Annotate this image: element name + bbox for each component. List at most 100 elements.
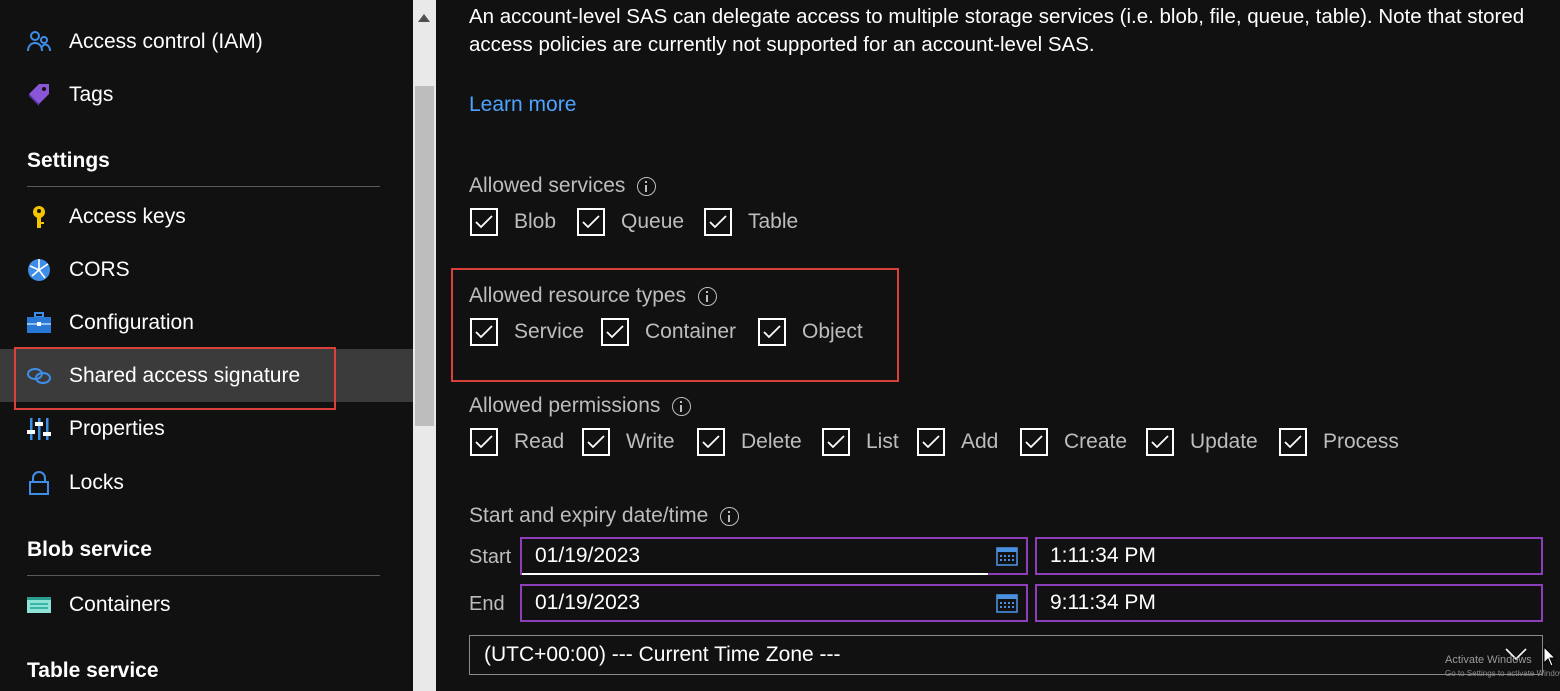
end-date-value: 01/19/2023 bbox=[535, 591, 641, 614]
checkbox-object[interactable]: Object bbox=[758, 318, 863, 346]
checkbox-label: Object bbox=[802, 320, 863, 343]
checkmark-icon[interactable] bbox=[704, 208, 732, 236]
checkbox-label: Update bbox=[1190, 430, 1258, 453]
highlight-annotation bbox=[14, 347, 336, 410]
group-label-text: Allowed services bbox=[469, 174, 626, 197]
allowed-permissions-label: Allowed permissions bbox=[469, 394, 692, 418]
start-label: Start bbox=[469, 546, 512, 568]
checkmark-icon[interactable] bbox=[601, 318, 629, 346]
sidebar-item-access-keys[interactable]: Access keys bbox=[0, 190, 413, 243]
sidebar-item-properties[interactable]: Properties bbox=[0, 402, 413, 455]
sidebar-item-label: Locks bbox=[69, 470, 124, 494]
sidebar-item-label: Properties bbox=[69, 416, 165, 440]
checkbox-label: Container bbox=[645, 320, 737, 343]
checkbox-label: Add bbox=[961, 430, 999, 453]
sidebar-nav: Access control (IAM) Tags Settings Acces… bbox=[0, 0, 413, 691]
tag-icon bbox=[26, 82, 52, 108]
sidebar-item-tags[interactable]: Tags bbox=[0, 68, 413, 121]
timezone-dropdown[interactable]: (UTC+00:00) --- Current Time Zone --- bbox=[469, 635, 1543, 675]
section-heading-blob-service: Blob service bbox=[27, 538, 152, 561]
people-icon bbox=[26, 29, 52, 55]
checkbox-label: Queue bbox=[621, 210, 685, 233]
checkbox-queue[interactable]: Queue bbox=[577, 208, 684, 236]
checkmark-icon[interactable] bbox=[582, 428, 610, 456]
start-time-value: 1:11:34 PM bbox=[1050, 544, 1156, 567]
checkmark-icon[interactable] bbox=[917, 428, 945, 456]
checkmark-icon[interactable] bbox=[577, 208, 605, 236]
timezone-value: (UTC+00:00) --- Current Time Zone --- bbox=[484, 643, 841, 666]
sidebar-item-containers[interactable]: Containers bbox=[0, 578, 413, 631]
checkbox-read[interactable]: Read bbox=[470, 428, 564, 456]
sidebar-item-label: Tags bbox=[69, 82, 114, 106]
group-label-text: Allowed resource types bbox=[469, 284, 687, 307]
allowed-resource-types-label: Allowed resource types bbox=[469, 284, 718, 308]
checkbox-label: Delete bbox=[741, 430, 802, 453]
checkbox-label: Create bbox=[1064, 430, 1128, 453]
sidebar-scrollbar[interactable] bbox=[413, 0, 436, 691]
info-icon[interactable] bbox=[720, 506, 740, 526]
checkmark-icon[interactable] bbox=[697, 428, 725, 456]
section-heading-table-service: Table service bbox=[27, 659, 159, 682]
info-icon[interactable] bbox=[672, 396, 692, 416]
checkbox-update[interactable]: Update bbox=[1146, 428, 1258, 456]
checkmark-icon[interactable] bbox=[470, 428, 498, 456]
sidebar-item-configuration[interactable]: Configuration bbox=[0, 296, 413, 349]
sidebar-item-access-control[interactable]: Access control (IAM) bbox=[0, 15, 413, 68]
checkbox-delete[interactable]: Delete bbox=[697, 428, 802, 456]
sas-form: An account-level SAS can delegate access… bbox=[436, 0, 1560, 691]
sidebar-item-label: Containers bbox=[69, 592, 171, 616]
checkbox-list[interactable]: List bbox=[822, 428, 899, 456]
checkmark-icon[interactable] bbox=[1279, 428, 1307, 456]
sidebar-item-label: Access keys bbox=[69, 204, 186, 228]
checkmark-icon[interactable] bbox=[758, 318, 786, 346]
toolbox-icon bbox=[26, 310, 52, 336]
group-label-text: Allowed permissions bbox=[469, 394, 661, 417]
scroll-up-arrow-icon[interactable] bbox=[418, 14, 430, 22]
checkbox-label: Write bbox=[626, 430, 675, 453]
checkbox-label: Process bbox=[1323, 430, 1399, 453]
end-time-value: 9:11:34 PM bbox=[1050, 591, 1156, 614]
start-date-input[interactable]: 01/19/2023 bbox=[520, 537, 1028, 575]
checkbox-label: Service bbox=[514, 320, 585, 343]
checkmark-icon[interactable] bbox=[470, 208, 498, 236]
divider bbox=[27, 575, 380, 576]
checkmark-icon[interactable] bbox=[1146, 428, 1174, 456]
info-icon[interactable] bbox=[698, 286, 718, 306]
sliders-icon bbox=[26, 416, 52, 442]
checkbox-add[interactable]: Add bbox=[917, 428, 998, 456]
start-date-value: 01/19/2023 bbox=[535, 544, 641, 567]
learn-more-link[interactable]: Learn more bbox=[469, 93, 576, 117]
checkbox-create[interactable]: Create bbox=[1020, 428, 1127, 456]
sidebar-item-label: Configuration bbox=[69, 310, 194, 334]
end-date-input[interactable]: 01/19/2023 bbox=[520, 584, 1028, 622]
lock-icon bbox=[26, 470, 52, 496]
calendar-icon[interactable] bbox=[996, 546, 1018, 571]
sidebar-item-label: CORS bbox=[69, 257, 130, 281]
group-label-text: Start and expiry date/time bbox=[469, 504, 709, 527]
checkbox-label: Blob bbox=[514, 210, 557, 233]
checkmark-icon[interactable] bbox=[470, 318, 498, 346]
container-icon bbox=[26, 592, 52, 618]
checkmark-icon[interactable] bbox=[822, 428, 850, 456]
info-icon[interactable] bbox=[637, 176, 657, 196]
key-icon bbox=[26, 204, 52, 230]
checkbox-write[interactable]: Write bbox=[582, 428, 675, 456]
checkbox-process[interactable]: Process bbox=[1279, 428, 1399, 456]
sidebar-item-cors[interactable]: CORS bbox=[0, 243, 413, 296]
scrollbar-thumb[interactable] bbox=[415, 86, 434, 426]
mouse-cursor-icon bbox=[1543, 645, 1557, 673]
start-time-input[interactable]: 1:11:34 PM bbox=[1035, 537, 1543, 575]
start-expiry-label: Start and expiry date/time bbox=[469, 504, 740, 528]
divider bbox=[27, 186, 380, 187]
checkbox-table[interactable]: Table bbox=[704, 208, 798, 236]
checkbox-blob[interactable]: Blob bbox=[470, 208, 556, 236]
checkmark-icon[interactable] bbox=[1020, 428, 1048, 456]
end-time-input[interactable]: 9:11:34 PM bbox=[1035, 584, 1543, 622]
intro-text: An account-level SAS can delegate access… bbox=[469, 5, 1525, 56]
sidebar-item-locks[interactable]: Locks bbox=[0, 456, 413, 509]
section-heading-settings: Settings bbox=[27, 149, 110, 172]
checkbox-label: Table bbox=[748, 210, 799, 233]
calendar-icon[interactable] bbox=[996, 593, 1018, 618]
checkbox-container[interactable]: Container bbox=[601, 318, 736, 346]
checkbox-service[interactable]: Service bbox=[470, 318, 584, 346]
